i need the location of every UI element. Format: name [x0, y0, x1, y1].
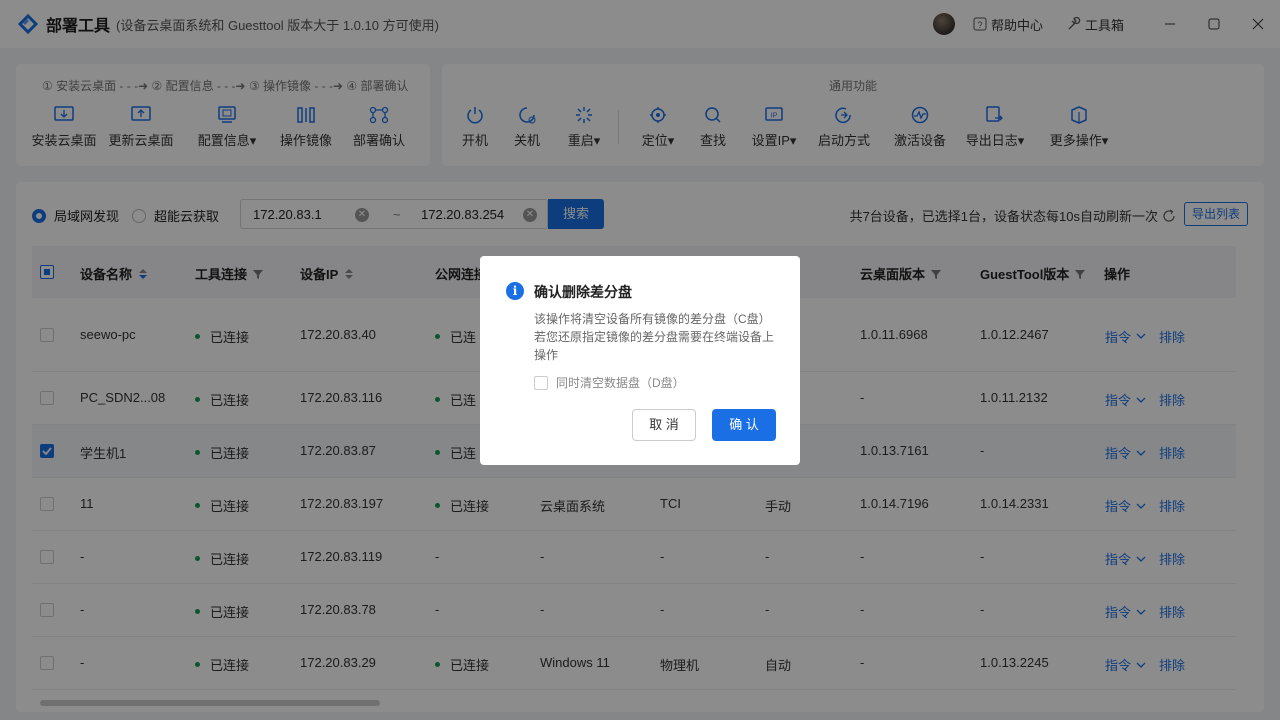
clear-data-disk-option[interactable]: 同时清空数据盘（D盘）: [534, 374, 685, 391]
confirm-delete-dialog: i 确认删除差分盘 该操作将清空设备所有镜像的差分盘（C盘）若您还原指定镜像的差…: [480, 256, 800, 465]
dialog-title: 确认删除差分盘: [534, 284, 632, 300]
confirm-button[interactable]: 确 认: [712, 409, 776, 441]
clear-data-disk-checkbox[interactable]: [534, 375, 548, 390]
cancel-button[interactable]: 取 消: [632, 409, 696, 441]
info-icon: i: [506, 282, 524, 300]
dialog-message: 该操作将清空设备所有镜像的差分盘（C盘）若您还原指定镜像的差分盘需要在终端设备上…: [534, 312, 775, 362]
checkbox-label: 同时清空数据盘（D盘）: [556, 376, 685, 390]
